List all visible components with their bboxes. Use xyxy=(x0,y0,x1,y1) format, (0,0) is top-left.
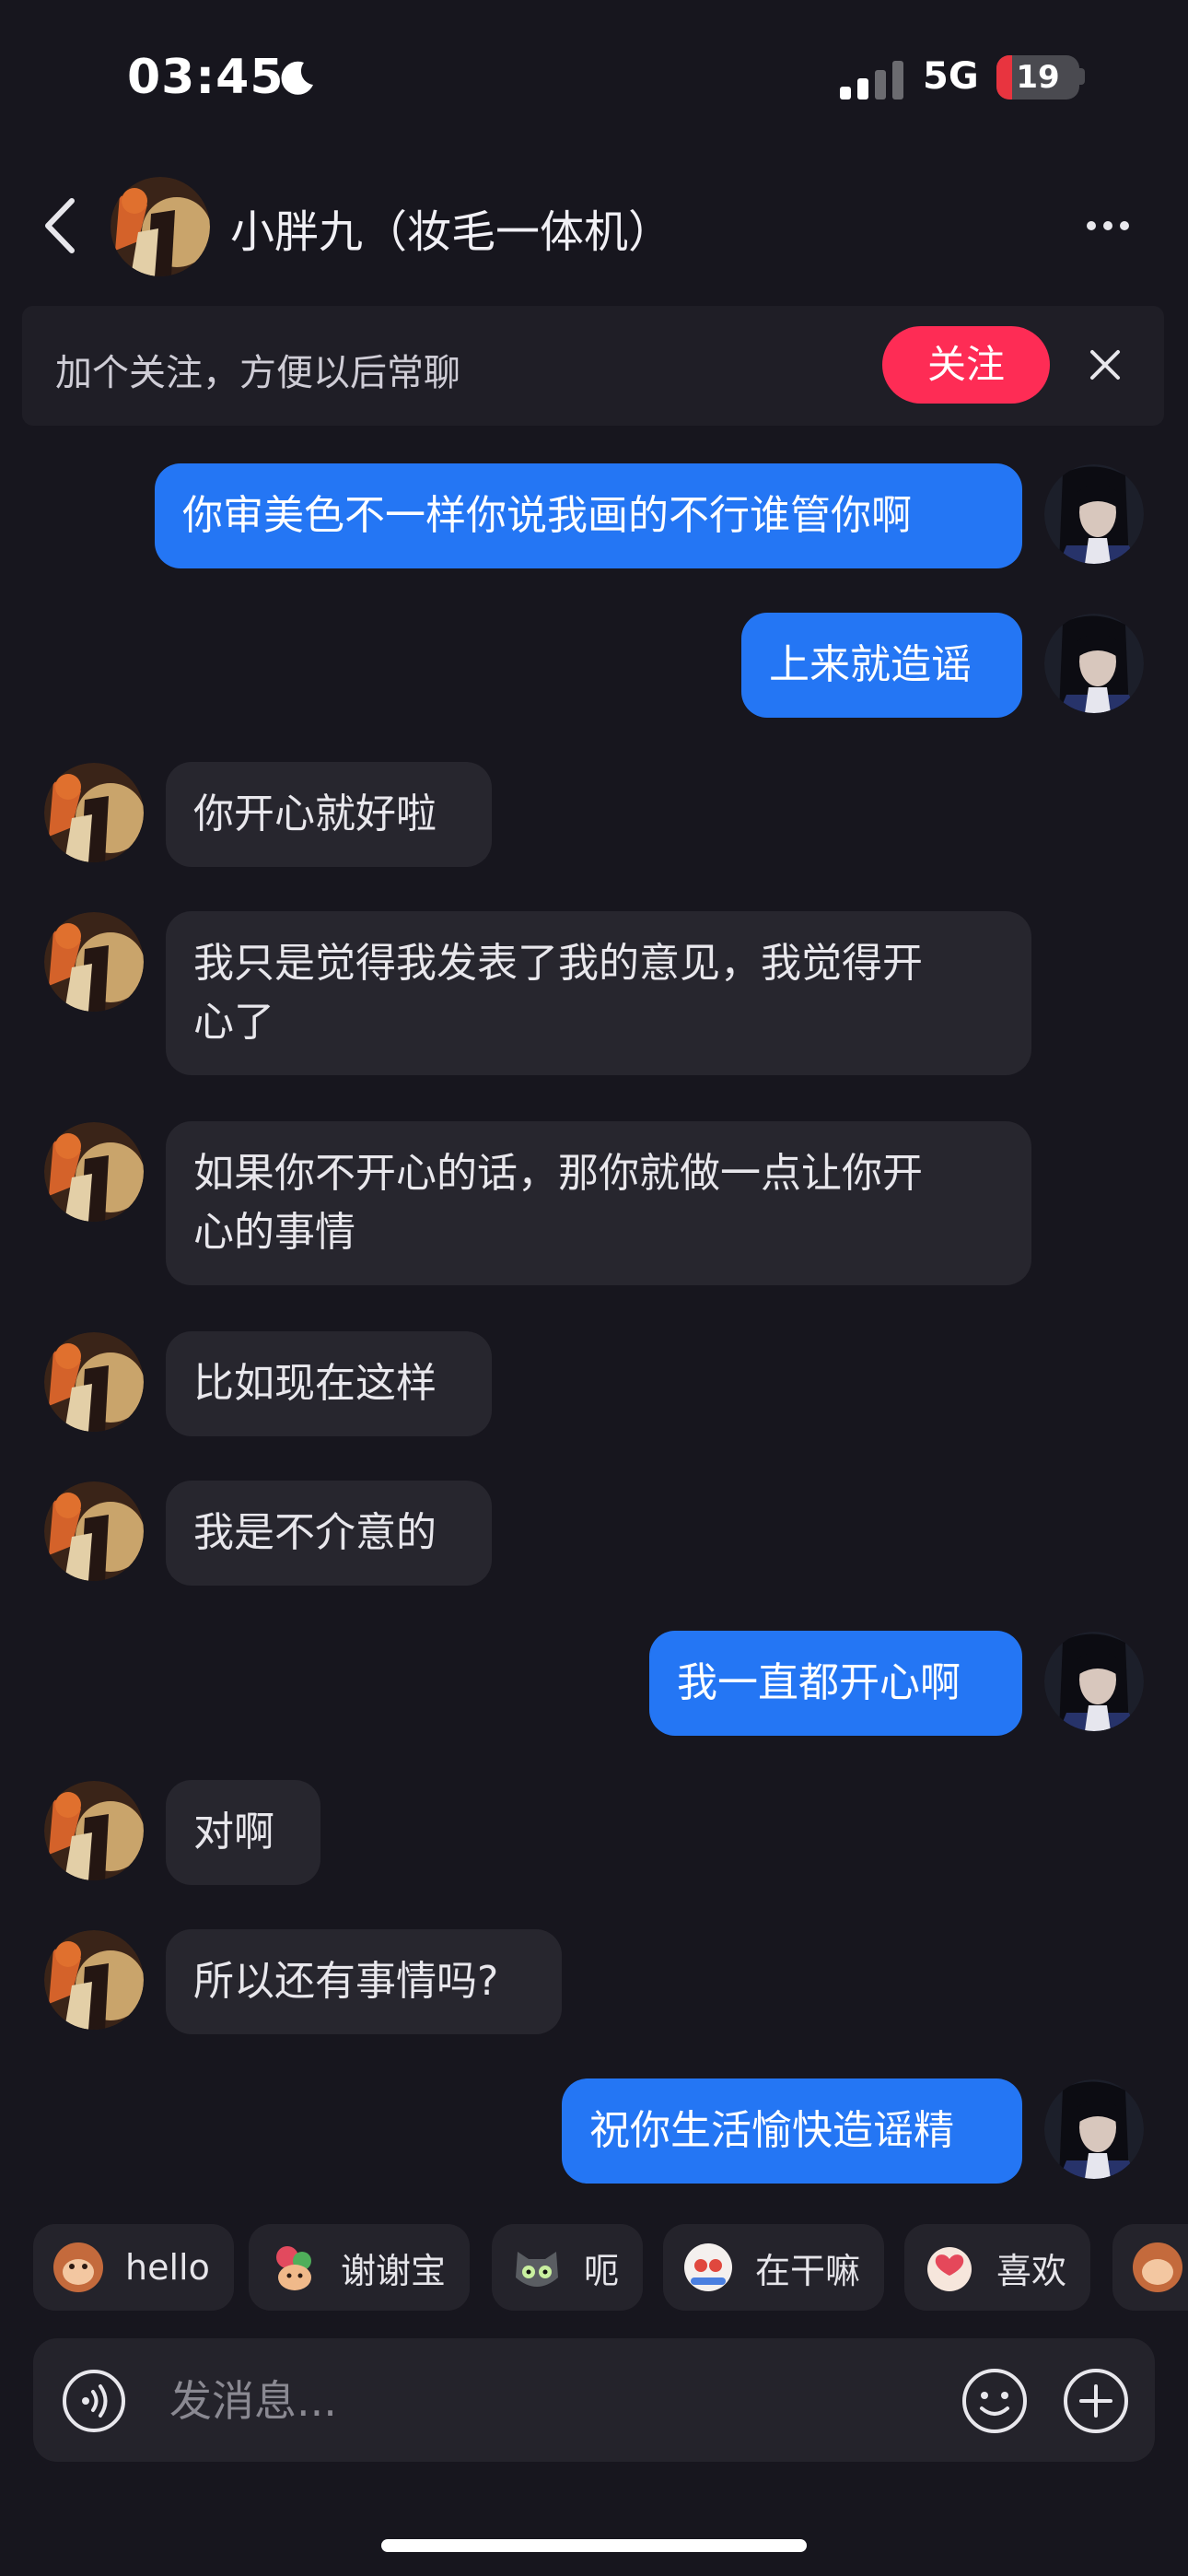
contact-avatar[interactable] xyxy=(111,177,210,276)
message-bubble-incoming[interactable]: 如果你不开心的话，那你就做一点让你开 心的事情 xyxy=(166,1121,1031,1285)
my-avatar[interactable] xyxy=(1044,464,1144,564)
home-indicator[interactable] xyxy=(381,2539,807,2552)
quick-reply-label: hello xyxy=(125,2247,210,2288)
contact-avatar[interactable] xyxy=(44,912,144,1012)
battery-level: 19 xyxy=(1016,59,1060,96)
cat-emoji-icon xyxy=(516,2252,558,2287)
voice-input-icon[interactable] xyxy=(61,2368,127,2434)
contact-avatar[interactable] xyxy=(44,1930,144,2030)
message-bubble-incoming[interactable]: 我只是觉得我发表了我的意见，我觉得开 心了 xyxy=(166,911,1031,1075)
message-line: 如果你不开心的话，那你就做一点让你开 xyxy=(193,1150,923,1197)
monkey-emoji-icon xyxy=(53,2242,103,2292)
message-bubble-outgoing[interactable]: 上来就造谣 xyxy=(741,613,1022,718)
my-avatar[interactable] xyxy=(1044,1632,1144,1731)
battery-tip xyxy=(1079,68,1085,85)
message-line: 对啊 xyxy=(193,1809,274,1856)
contact-avatar[interactable] xyxy=(44,763,144,862)
peek-emoji-icon xyxy=(684,2243,732,2291)
message-bubble-outgoing[interactable]: 你审美色不一样你说我画的不行谁管你啊 xyxy=(155,463,1022,568)
monkey-emoji-icon xyxy=(1133,2242,1182,2292)
quick-reply-more[interactable] xyxy=(1112,2224,1188,2311)
message-line: 上来就造谣 xyxy=(769,641,972,688)
message-line: 所以还有事情吗? xyxy=(193,1958,499,2005)
follow-button[interactable]: 关注 xyxy=(882,326,1050,404)
message-line: 比如现在这样 xyxy=(193,1360,437,1407)
message-line: 心的事情 xyxy=(193,1209,355,1256)
quick-reply-hello[interactable]: hello xyxy=(33,2224,234,2311)
quick-reply-label: 谢谢宝 xyxy=(341,2250,447,2291)
quick-reply-like[interactable]: 喜欢 xyxy=(904,2224,1091,2311)
status-time: 03:45 xyxy=(127,50,285,105)
quick-reply-whatsup[interactable]: 在干嘛 xyxy=(663,2224,885,2311)
contact-avatar[interactable] xyxy=(44,1332,144,1432)
quick-reply-thanks[interactable]: 谢谢宝 xyxy=(249,2224,471,2311)
message-line: 我一直都开心啊 xyxy=(677,1659,961,1706)
battery-icon: 19 xyxy=(996,55,1079,100)
message-line: 你开心就好啦 xyxy=(193,790,437,837)
my-avatar[interactable] xyxy=(1044,2079,1144,2179)
message-line: 你审美色不一样你说我画的不行谁管你啊 xyxy=(182,492,912,539)
follow-banner-text: 加个关注，方便以后常聊 xyxy=(55,352,460,394)
quick-reply-label: 呃 xyxy=(584,2250,620,2291)
quick-reply-label: 在干嘛 xyxy=(755,2250,861,2291)
contact-avatar[interactable] xyxy=(44,1781,144,1880)
contact-avatar[interactable] xyxy=(44,1481,144,1581)
network-type: 5G xyxy=(923,55,979,98)
message-line: 我只是觉得我发表了我的意见，我觉得开 xyxy=(193,940,923,987)
message-bubble-incoming[interactable]: 所以还有事情吗? xyxy=(166,1929,562,2034)
love-emoji-icon xyxy=(927,2247,972,2291)
quick-reply-label: 喜欢 xyxy=(996,2250,1067,2291)
more-options-icon[interactable] xyxy=(1085,219,1131,232)
quick-reply-uh[interactable]: 呃 xyxy=(492,2224,644,2311)
message-bubble-incoming[interactable]: 对啊 xyxy=(166,1780,320,1885)
message-bubble-incoming[interactable]: 我是不介意的 xyxy=(166,1481,492,1586)
close-icon[interactable] xyxy=(1087,346,1124,383)
bouquet-emoji-icon xyxy=(276,2246,311,2290)
emoji-icon[interactable] xyxy=(960,2366,1030,2436)
contact-avatar[interactable] xyxy=(44,1122,144,1222)
message-bubble-incoming[interactable]: 你开心就好啦 xyxy=(166,762,492,867)
cellular-signal-icon xyxy=(840,61,903,100)
chat-title: 小胖九（妆毛一体机） xyxy=(230,206,673,258)
message-input[interactable] xyxy=(169,2368,925,2434)
message-bubble-incoming[interactable]: 比如现在这样 xyxy=(166,1331,492,1436)
plus-icon[interactable] xyxy=(1061,2366,1131,2436)
back-arrow-icon[interactable] xyxy=(42,197,79,254)
message-line: 我是不介意的 xyxy=(193,1509,437,1556)
message-bubble-outgoing[interactable]: 我一直都开心啊 xyxy=(649,1631,1022,1736)
moon-icon xyxy=(281,61,313,95)
my-avatar[interactable] xyxy=(1044,614,1144,713)
message-line: 心了 xyxy=(193,999,274,1046)
message-line: 祝你生活愉快造谣精 xyxy=(589,2107,954,2154)
message-bubble-outgoing[interactable]: 祝你生活愉快造谣精 xyxy=(562,2078,1022,2184)
